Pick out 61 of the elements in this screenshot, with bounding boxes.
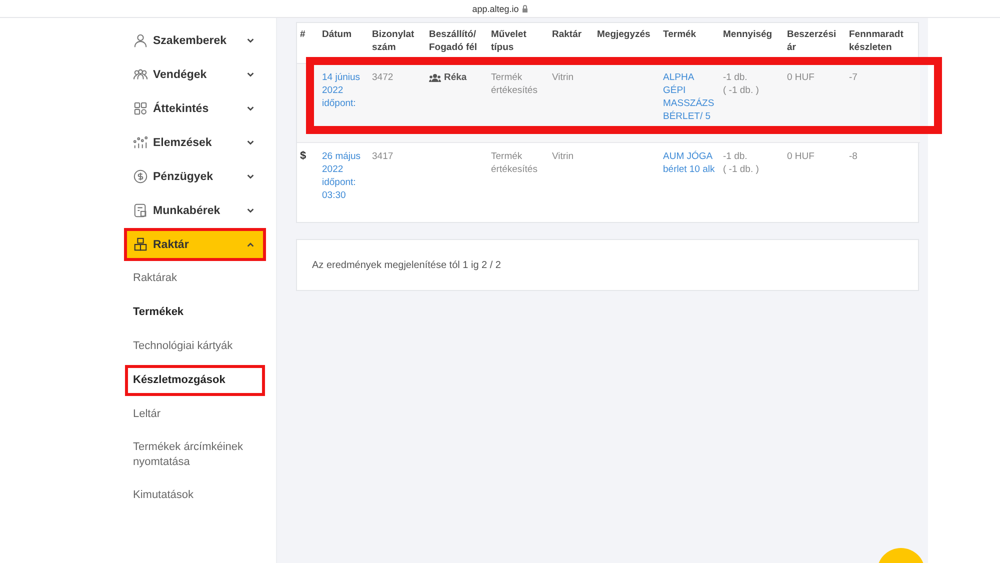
- column-header: Megjegyzés: [597, 29, 650, 40]
- column-header: Beszállító/ Fogadó fél: [429, 29, 478, 53]
- column-header: #: [300, 29, 306, 40]
- table-cell: Vitrin: [552, 151, 574, 162]
- sidebar-icon: [133, 135, 148, 150]
- date-link[interactable]: 26 május 2022 időpont: 03:30: [322, 150, 366, 202]
- table-cell: 3472: [372, 72, 394, 83]
- sidebar-item[interactable]: Munkabérek: [125, 195, 265, 226]
- column-header: Beszerzési ár: [787, 29, 836, 53]
- sidebar-item[interactable]: Áttekintés: [125, 93, 265, 124]
- chevron-down-icon: [246, 36, 255, 45]
- sidebar-icon: [133, 237, 148, 252]
- column-header: Raktár: [552, 29, 582, 40]
- table-cell: Vitrin: [552, 72, 574, 83]
- product-link[interactable]: AUM JÓGA bérlet 10 alk: [663, 150, 717, 176]
- sidebar-icon: [133, 101, 148, 116]
- table-cell: ( -1 db. ): [723, 164, 759, 175]
- table-cell: 3417: [372, 151, 394, 162]
- sidebar-item[interactable]: Szakemberek: [125, 25, 265, 56]
- submenu-item[interactable]: Leltár: [125, 399, 265, 430]
- sidebar-item[interactable]: Vendégek: [125, 59, 265, 90]
- submenu-item[interactable]: Termékek: [125, 297, 265, 328]
- address-text: app.alteg.io: [472, 4, 519, 14]
- chevron-down-icon: [246, 70, 255, 79]
- sidebar-item[interactable]: Pénzügyek: [125, 161, 265, 192]
- submenu-item[interactable]: Termékek árcímkéinek nyomtatása: [125, 433, 265, 477]
- column-header: Dátum: [322, 29, 352, 40]
- submenu-item[interactable]: Technológiai kártyák: [125, 331, 265, 362]
- submenu-item[interactable]: Raktárak: [125, 263, 265, 294]
- table-cell: ( -1 db. ): [723, 85, 759, 96]
- lock-icon: [522, 4, 528, 12]
- chevron-down-icon: [246, 104, 255, 113]
- table-cell: Termék értékesítés: [491, 151, 538, 175]
- chevron-up-icon: [246, 240, 255, 249]
- submenu-item[interactable]: Készletmozgások: [125, 365, 265, 396]
- column-header: Mennyiség: [723, 29, 772, 40]
- table-cell: -1 db.: [723, 151, 748, 162]
- column-header: Művelet típus: [491, 29, 526, 53]
- table-cell: -1 db.: [723, 72, 748, 83]
- table-cell: 0 HUF: [787, 151, 814, 162]
- sidebar-icon: [133, 33, 148, 48]
- chevron-down-icon: [246, 206, 255, 215]
- column-header: Bizonylat szám: [372, 29, 414, 53]
- submenu-item[interactable]: Kimutatások: [125, 480, 265, 511]
- table-cell: Termék értékesítés: [491, 72, 538, 96]
- currency-mark: $: [300, 150, 306, 162]
- chevron-down-icon: [246, 138, 255, 147]
- results-summary: Az eredmények megjelenítése tól 1 ig 2 / 2: [312, 260, 501, 270]
- column-header: Fennmaradt készleten: [849, 29, 904, 53]
- sidebar-item[interactable]: Raktár: [125, 229, 265, 260]
- group-icon: [429, 74, 441, 82]
- column-header: Termék: [663, 29, 696, 40]
- table-cell: 0 HUF: [787, 72, 814, 83]
- table-cell: -7: [849, 72, 858, 83]
- sidebar-icon: [133, 67, 148, 82]
- chevron-down-icon: [246, 172, 255, 181]
- sidebar-item[interactable]: Elemzések: [125, 127, 265, 158]
- partner-cell: Réka: [429, 71, 467, 84]
- sidebar-icon: [133, 169, 148, 184]
- table-cell: -8: [849, 151, 858, 162]
- sidebar-icon: [133, 203, 148, 218]
